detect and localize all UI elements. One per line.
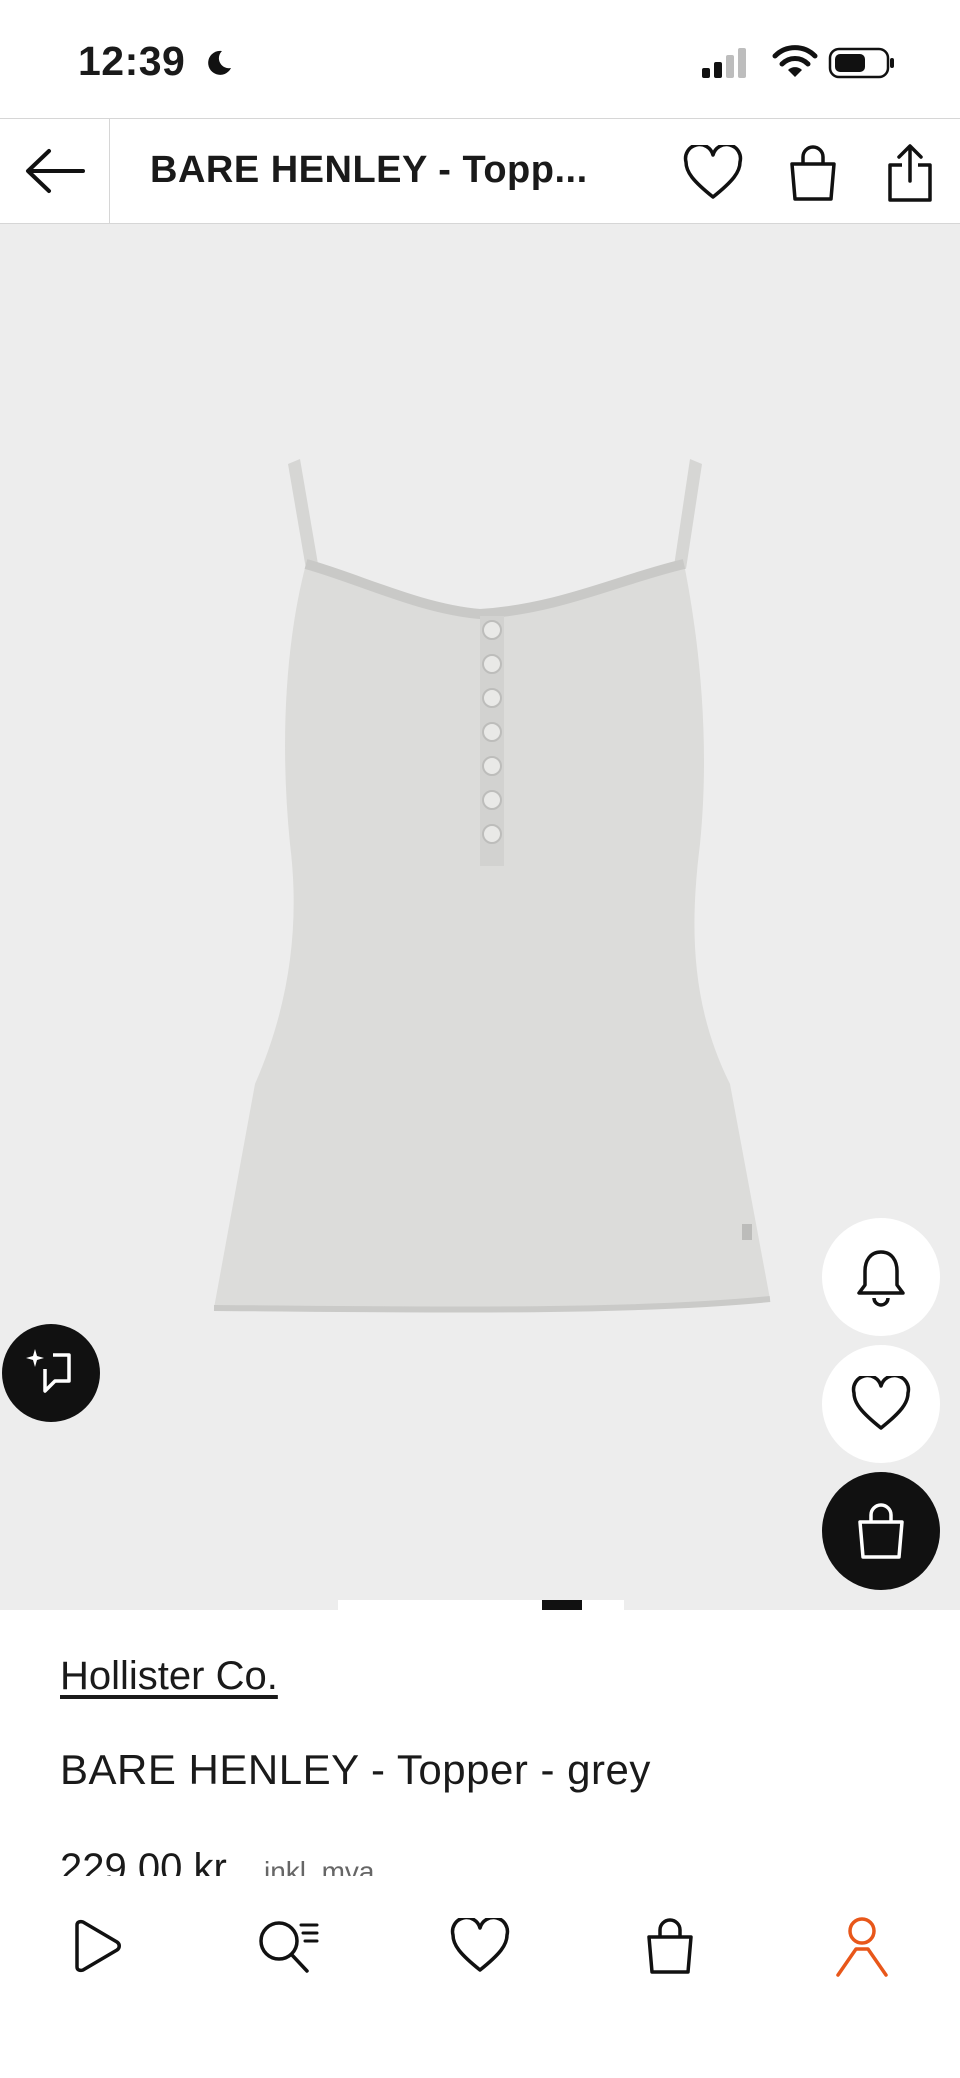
vat-note: inkl. mva [264,1856,375,1876]
nav-profile[interactable] [822,1906,902,1986]
person-icon [836,1917,888,1977]
status-bar: 12:39 [0,0,960,118]
price-row: 229,00 kr inkl. mva [60,1846,760,1876]
battery-icon [828,47,894,79]
moon-icon [208,50,231,75]
heart-icon [683,145,743,199]
heart-icon [851,1376,911,1430]
image-pager[interactable] [338,1600,624,1610]
bell-icon [857,1250,905,1307]
nav-search[interactable] [248,1906,328,1986]
notify-button[interactable] [822,1218,940,1336]
cart-button[interactable] [783,143,843,203]
search-list-icon [259,1921,319,1973]
shopping-bag-icon [647,1918,693,1974]
top-header: BARE HENLEY - Topp... [0,118,960,224]
bottom-navigation [0,1876,960,2078]
cellular-signal-icon [702,48,746,78]
sparkle-chat-icon [26,1349,71,1393]
product-image [213,459,771,1313]
brand-link[interactable]: Hollister Co. [60,1654,278,1699]
shopping-bag-icon [790,145,836,201]
back-arrow-icon [25,149,85,193]
status-time: 12:39 [78,38,186,84]
product-image-gallery[interactable] [0,224,960,1610]
nav-bag[interactable] [630,1906,710,1986]
header-title: BARE HENLEY - Topp... [150,149,588,191]
nav-home[interactable] [56,1906,136,1986]
play-home-icon [75,1919,121,1973]
product-price: 229,00 kr [60,1846,227,1876]
add-to-bag-button[interactable] [822,1472,940,1590]
shopping-bag-icon [858,1503,904,1559]
product-name: BARE HENLEY - Topper - grey [60,1746,651,1793]
pager-active-indicator [542,1600,582,1610]
share-icon [888,144,932,202]
wishlist-button[interactable] [683,143,743,203]
add-to-wishlist-button[interactable] [822,1345,940,1463]
nav-wishlist[interactable] [440,1906,520,1986]
heart-icon [450,1918,510,1972]
share-button[interactable] [880,143,940,203]
back-button[interactable] [0,119,110,223]
wifi-icon [772,45,818,77]
ai-assistant-button[interactable] [2,1324,100,1422]
